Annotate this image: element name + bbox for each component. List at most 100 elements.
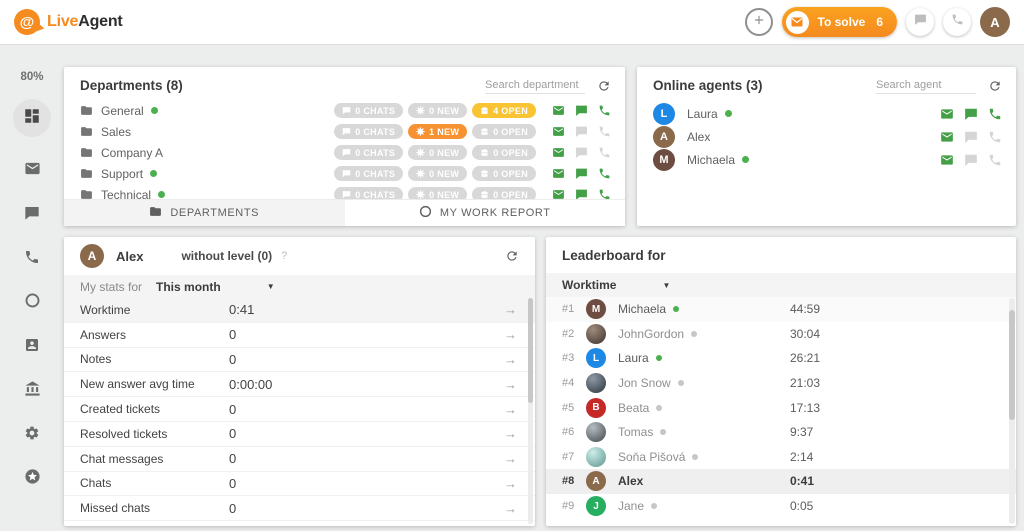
- status-badge[interactable]: 0 CHATS: [334, 145, 404, 160]
- sidebar-item-calls[interactable]: [22, 249, 42, 269]
- status-badge[interactable]: 0 OPEN: [472, 166, 536, 181]
- status-badge[interactable]: 4 OPEN: [472, 103, 536, 118]
- scrollbar-thumb[interactable]: [1009, 310, 1015, 420]
- stat-row[interactable]: Missed chats 0 →: [64, 496, 535, 522]
- arrow-right-icon[interactable]: →: [504, 352, 517, 367]
- department-row[interactable]: Support 0 CHATS 0 NEW 0 OPEN: [64, 163, 625, 184]
- sidebar-item-chats[interactable]: [22, 205, 42, 225]
- stat-row[interactable]: Answers 0 →: [64, 323, 535, 348]
- status-badge[interactable]: 0 OPEN: [472, 124, 536, 139]
- stat-row[interactable]: Resolved tickets 0 →: [64, 422, 535, 447]
- chat-icon[interactable]: [964, 130, 978, 144]
- leaderboard-row[interactable]: #8 A Alex 0:41: [546, 469, 1016, 494]
- refresh-icon[interactable]: [597, 79, 611, 93]
- phone-icon[interactable]: [598, 167, 611, 180]
- sidebar-item-worktime[interactable]: [22, 293, 42, 313]
- arrow-right-icon[interactable]: →: [504, 426, 517, 441]
- stat-row[interactable]: Notes 0 →: [64, 348, 535, 373]
- leaderboard-row[interactable]: #4 Jon Snow 21:03: [546, 371, 1016, 396]
- chat-icon[interactable]: [575, 167, 588, 180]
- chat-icon[interactable]: [964, 107, 978, 121]
- arrow-right-icon[interactable]: →: [504, 402, 517, 417]
- leaderboard-row[interactable]: #1 M Michaela 44:59: [546, 297, 1016, 322]
- help-icon[interactable]: ?: [281, 250, 287, 262]
- add-button[interactable]: [744, 8, 773, 36]
- scrollbar-track[interactable]: [528, 298, 533, 524]
- arrow-right-icon[interactable]: →: [504, 327, 517, 342]
- scrollbar-track[interactable]: [1009, 298, 1015, 524]
- mail-icon[interactable]: [940, 130, 954, 144]
- status-badge[interactable]: 1 NEW: [408, 124, 468, 139]
- arrow-right-icon[interactable]: →: [504, 476, 517, 491]
- agent-row[interactable]: A Alex: [637, 125, 1016, 148]
- arrow-right-icon[interactable]: →: [504, 302, 517, 317]
- phone-icon[interactable]: [598, 125, 611, 138]
- leaderboard-row[interactable]: #5 B Beata 17:13: [546, 395, 1016, 420]
- liveagent-logo[interactable]: @ LiveAgent: [14, 9, 123, 35]
- phone-icon[interactable]: [988, 153, 1002, 167]
- leaderboard-row[interactable]: #6 Tomas 9:37: [546, 420, 1016, 445]
- status-badge[interactable]: 0 NEW: [408, 103, 468, 118]
- status-badge[interactable]: 0 NEW: [408, 166, 468, 181]
- leaderboard-row[interactable]: #3 L Laura 26:21: [546, 346, 1016, 371]
- chat-icon[interactable]: [964, 153, 978, 167]
- chats-button[interactable]: [906, 8, 934, 36]
- refresh-icon[interactable]: [505, 249, 519, 263]
- status-badge[interactable]: 0 CHATS: [334, 124, 404, 139]
- mail-icon[interactable]: [552, 167, 565, 180]
- mail-icon[interactable]: [940, 107, 954, 121]
- phone-icon[interactable]: [988, 130, 1002, 144]
- scrollbar-thumb[interactable]: [528, 298, 533, 403]
- metric-dropdown[interactable]: Worktime: [562, 278, 616, 292]
- sidebar-item-contacts[interactable]: [22, 337, 42, 357]
- mail-icon[interactable]: [552, 104, 565, 117]
- leaderboard-row[interactable]: #7 Soňa Pišová 2:14: [546, 445, 1016, 470]
- mail-icon[interactable]: [552, 146, 565, 159]
- status-badge[interactable]: 0 CHATS: [334, 103, 404, 118]
- tab-my-work-report[interactable]: MY WORK REPORT: [344, 200, 625, 226]
- calls-button[interactable]: [943, 8, 971, 36]
- period-dropdown[interactable]: This month: [156, 280, 221, 294]
- phone-icon[interactable]: [988, 107, 1002, 121]
- chat-icon: [914, 13, 927, 31]
- mail-icon[interactable]: [940, 153, 954, 167]
- department-row[interactable]: General 0 CHATS 0 NEW 4 OPEN: [64, 100, 625, 121]
- department-row[interactable]: Company A 0 CHATS 0 NEW 0 OPEN: [64, 142, 625, 163]
- to-solve-button[interactable]: To solve 6: [781, 7, 897, 37]
- chat-icon[interactable]: [575, 146, 588, 159]
- agent-row[interactable]: L Laura: [637, 102, 1016, 125]
- stat-row[interactable]: Chat messages 0 →: [64, 447, 535, 472]
- user-avatar[interactable]: A: [980, 7, 1010, 37]
- search-agent-input[interactable]: [876, 77, 976, 94]
- arrow-right-icon[interactable]: →: [504, 451, 517, 466]
- stat-row[interactable]: Created tickets 0 →: [64, 397, 535, 422]
- arrow-right-icon[interactable]: →: [504, 501, 517, 516]
- chevron-down-icon[interactable]: ▼: [267, 282, 275, 291]
- sidebar-item-company[interactable]: [22, 381, 42, 401]
- stat-row[interactable]: Worktime 0:41 →: [64, 298, 535, 323]
- tab-departments[interactable]: DEPARTMENTS: [64, 200, 345, 226]
- stat-row[interactable]: Chats 0 →: [64, 472, 535, 497]
- department-row[interactable]: Sales 0 CHATS 1 NEW 0 OPEN: [64, 121, 625, 142]
- sidebar-item-addons[interactable]: [22, 469, 42, 489]
- sidebar-item-settings[interactable]: [22, 425, 42, 445]
- status-badge[interactable]: 0 NEW: [408, 145, 468, 160]
- status-badge[interactable]: 0 CHATS: [334, 166, 404, 181]
- agent-name: Alex: [618, 474, 644, 489]
- mail-icon[interactable]: [552, 125, 565, 138]
- chat-icon[interactable]: [575, 104, 588, 117]
- search-department-input[interactable]: [485, 77, 585, 94]
- phone-icon[interactable]: [598, 104, 611, 117]
- chat-icon[interactable]: [575, 125, 588, 138]
- leaderboard-row[interactable]: #9 J Jane 0:05: [546, 494, 1016, 519]
- chevron-down-icon[interactable]: ▼: [662, 281, 670, 290]
- status-badge[interactable]: 0 OPEN: [472, 145, 536, 160]
- arrow-right-icon[interactable]: →: [504, 377, 517, 392]
- stat-row[interactable]: New answer avg time 0:00:00 →: [64, 372, 535, 398]
- refresh-icon[interactable]: [988, 79, 1002, 93]
- sidebar-item-dashboard[interactable]: [13, 99, 51, 137]
- sidebar-item-mail[interactable]: [22, 161, 42, 181]
- phone-icon[interactable]: [598, 146, 611, 159]
- leaderboard-row[interactable]: #2 JohnGordon 30:04: [546, 322, 1016, 347]
- agent-row[interactable]: M Michaela: [637, 148, 1016, 171]
